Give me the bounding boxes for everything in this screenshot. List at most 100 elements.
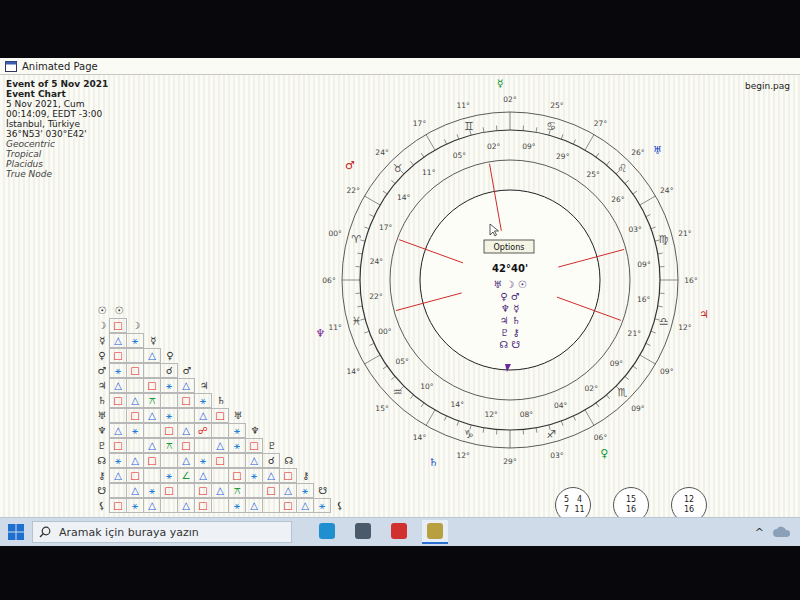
- aspect-cell[interactable]: [109, 483, 127, 498]
- aspect-cell[interactable]: △: [177, 378, 195, 393]
- aspect-cell[interactable]: △: [177, 498, 195, 513]
- aspect-cell[interactable]: △: [109, 333, 127, 348]
- aspect-cell[interactable]: □: [228, 468, 246, 483]
- aspect-cell[interactable]: △: [211, 438, 229, 453]
- aspect-cell[interactable]: ⚻: [143, 393, 161, 408]
- aspect-cell[interactable]: [143, 363, 161, 378]
- aspect-cell[interactable]: [194, 438, 212, 453]
- aspect-cell[interactable]: [160, 498, 178, 513]
- aspect-cell[interactable]: □: [126, 468, 144, 483]
- aspect-cell[interactable]: □: [143, 378, 161, 393]
- aspect-cell[interactable]: [211, 468, 229, 483]
- aspect-cell[interactable]: [160, 393, 178, 408]
- aspect-cell[interactable]: □: [126, 408, 144, 423]
- aspect-cell[interactable]: △: [126, 393, 144, 408]
- aspect-cell[interactable]: □: [109, 318, 127, 333]
- taskbar-app[interactable]: [386, 520, 412, 544]
- aspect-cell[interactable]: ⚹: [296, 483, 314, 498]
- aspect-cell[interactable]: [262, 498, 280, 513]
- aspect-cell[interactable]: [211, 498, 229, 513]
- aspect-cell[interactable]: △: [296, 498, 314, 513]
- aspect-cell[interactable]: □: [109, 498, 127, 513]
- taskbar-app[interactable]: [422, 520, 448, 544]
- planet-glyph[interactable]: ♂: [345, 159, 355, 172]
- aspect-cell[interactable]: ⚹: [160, 468, 178, 483]
- aspect-cell[interactable]: △: [194, 408, 212, 423]
- aspect-cell[interactable]: □: [126, 363, 144, 378]
- aspect-cell[interactable]: □: [194, 498, 212, 513]
- aspect-cell[interactable]: △: [143, 348, 161, 363]
- aspect-cell[interactable]: ☍: [194, 423, 212, 438]
- aspect-cell[interactable]: ☌: [160, 363, 178, 378]
- planet-glyph[interactable]: ☿: [497, 77, 504, 90]
- aspect-cell[interactable]: □: [177, 393, 195, 408]
- aspect-cell[interactable]: ⚹: [228, 438, 246, 453]
- aspect-cell[interactable]: [109, 408, 127, 423]
- taskbar-app[interactable]: [314, 520, 340, 544]
- aspect-cell[interactable]: △: [109, 423, 127, 438]
- aspect-cell[interactable]: ⚹: [160, 378, 178, 393]
- aspect-cell[interactable]: [177, 483, 195, 498]
- aspect-cell[interactable]: ☌: [262, 453, 280, 468]
- aspect-cell[interactable]: □: [109, 348, 127, 363]
- aspect-cell[interactable]: □: [160, 483, 178, 498]
- aspect-cell[interactable]: [126, 378, 144, 393]
- aspect-cell[interactable]: [143, 423, 161, 438]
- aspect-cell[interactable]: △: [143, 438, 161, 453]
- aspect-cell[interactable]: [126, 348, 144, 363]
- aspect-cell[interactable]: ⚹: [126, 498, 144, 513]
- aspect-cell[interactable]: △: [194, 468, 212, 483]
- aspect-cell[interactable]: △: [211, 483, 229, 498]
- aspect-cell[interactable]: ⚹: [194, 453, 212, 468]
- windows-start-icon[interactable]: [8, 524, 24, 540]
- aspect-cell[interactable]: □: [279, 498, 297, 513]
- aspect-cell[interactable]: △: [143, 408, 161, 423]
- planet-glyph[interactable]: ♆: [315, 327, 325, 340]
- weather-cloud-icon[interactable]: [772, 525, 792, 539]
- aspect-cell[interactable]: ⚹: [126, 423, 144, 438]
- aspect-cell[interactable]: [177, 408, 195, 423]
- aspect-cell[interactable]: [245, 483, 263, 498]
- aspect-cell[interactable]: ⚹: [160, 408, 178, 423]
- view-button[interactable]: 1216: [671, 487, 707, 517]
- aspect-cell[interactable]: ⚹: [228, 498, 246, 513]
- aspect-cell[interactable]: ⚹: [245, 468, 263, 483]
- aspect-cell[interactable]: □: [177, 438, 195, 453]
- aspect-cell[interactable]: △: [126, 483, 144, 498]
- aspect-cell[interactable]: □: [109, 438, 127, 453]
- aspect-cell[interactable]: □: [211, 408, 229, 423]
- aspect-cell[interactable]: △: [143, 498, 161, 513]
- aspect-cell[interactable]: □: [279, 468, 297, 483]
- aspect-cell[interactable]: △: [177, 423, 195, 438]
- aspect-cell[interactable]: [211, 423, 229, 438]
- planet-glyph[interactable]: ♅: [653, 144, 663, 157]
- aspect-cell[interactable]: [126, 438, 144, 453]
- search-input[interactable]: [57, 525, 285, 540]
- aspect-cell[interactable]: □: [245, 438, 263, 453]
- planet-glyph[interactable]: ♃: [699, 308, 709, 321]
- aspect-cell[interactable]: △: [245, 453, 263, 468]
- aspect-cell[interactable]: □: [160, 423, 178, 438]
- aspect-cell[interactable]: ∠: [177, 468, 195, 483]
- aspect-cell[interactable]: △: [279, 483, 297, 498]
- aspect-cell[interactable]: ⚹: [109, 363, 127, 378]
- aspect-cell[interactable]: △: [177, 453, 195, 468]
- aspect-cell[interactable]: [160, 453, 178, 468]
- aspect-cell[interactable]: △: [126, 453, 144, 468]
- aspect-cell[interactable]: ⚻: [228, 483, 246, 498]
- aspect-cell[interactable]: □: [194, 483, 212, 498]
- aspect-cell[interactable]: □: [109, 393, 127, 408]
- aspect-cell[interactable]: ⚹: [194, 393, 212, 408]
- aspect-cell[interactable]: □: [262, 483, 280, 498]
- planet-glyph[interactable]: ♄: [429, 456, 439, 469]
- aspect-cell[interactable]: △: [245, 498, 263, 513]
- aspect-cell[interactable]: ⚹: [109, 453, 127, 468]
- aspect-cell[interactable]: □: [143, 453, 161, 468]
- aspect-cell[interactable]: ⚹: [126, 333, 144, 348]
- aspect-cell[interactable]: ⚹: [313, 498, 331, 513]
- aspect-cell[interactable]: ⚹: [228, 423, 246, 438]
- tray-expand[interactable]: ^: [755, 526, 764, 539]
- aspect-cell[interactable]: ⚹: [143, 483, 161, 498]
- taskbar-app[interactable]: [350, 520, 376, 544]
- aspect-cell[interactable]: [228, 453, 246, 468]
